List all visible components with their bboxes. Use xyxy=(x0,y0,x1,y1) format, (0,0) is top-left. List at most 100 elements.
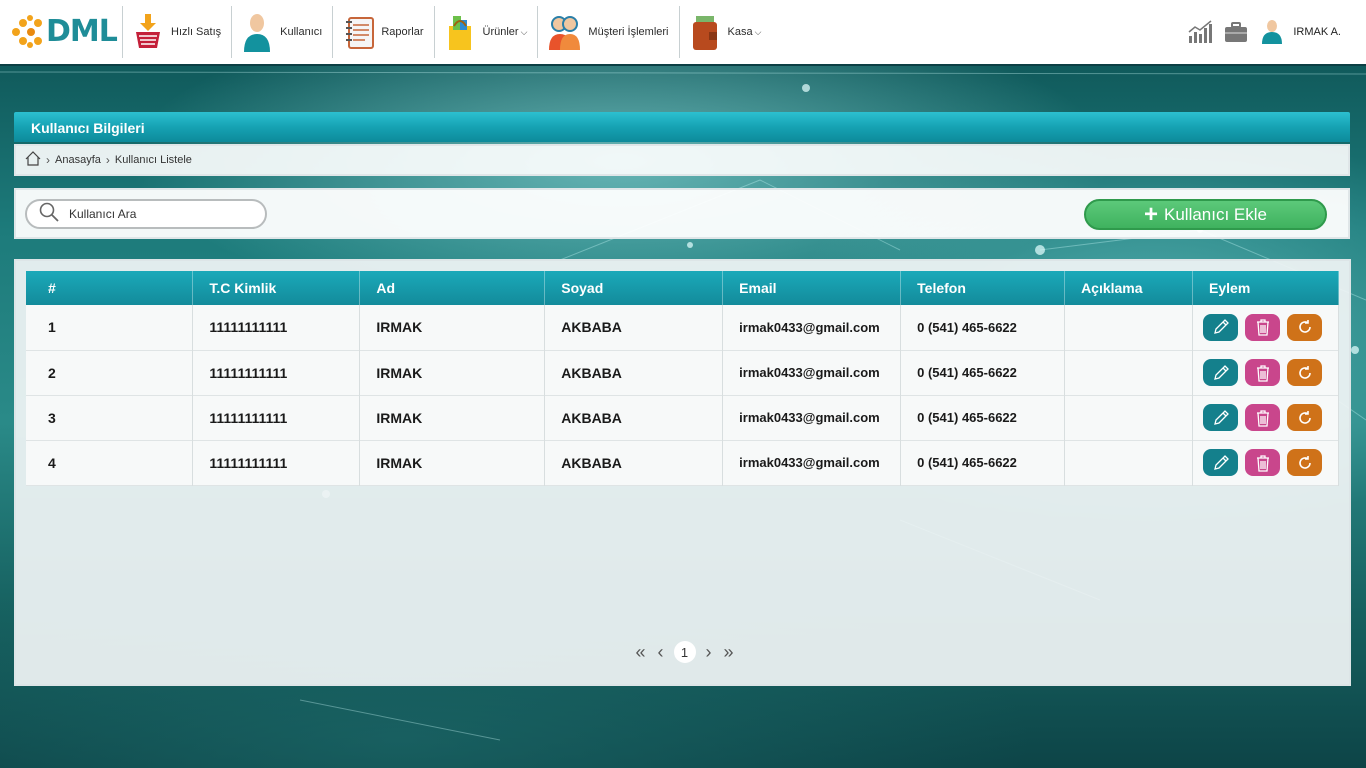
chevron-down-icon: ⌵ xyxy=(754,26,762,37)
cell-actions xyxy=(1192,395,1339,440)
cell-telefon: 0 (541) 465-6622 xyxy=(900,440,1066,485)
edit-button[interactable] xyxy=(1203,359,1239,386)
pencil-icon xyxy=(1213,409,1229,425)
refresh-icon xyxy=(1298,365,1311,379)
column-header-telefon[interactable]: Telefon xyxy=(900,271,1066,305)
delete-button[interactable] xyxy=(1245,313,1281,341)
nav-label: Raporlar xyxy=(381,26,424,38)
nav-item-urunler[interactable]: Ürünler ⌵ xyxy=(433,6,538,58)
breadcrumb-home[interactable]: Anasayfa xyxy=(55,154,101,166)
briefcase-icon[interactable] xyxy=(1223,20,1249,44)
nav-label: Kasa xyxy=(727,26,753,38)
cell-tc: 11111111111 xyxy=(192,440,361,485)
logo-text: DML xyxy=(46,14,118,49)
column-header-tc[interactable]: T.C Kimlik xyxy=(192,271,361,305)
breadcrumb: › Anasayfa › Kullanıcı Listele xyxy=(14,144,1350,176)
pencil-icon xyxy=(1213,319,1229,335)
chevron-right-icon: › xyxy=(105,153,110,167)
search-input[interactable] xyxy=(69,207,239,221)
cell-actions xyxy=(1192,440,1339,485)
next-page-icon[interactable]: › xyxy=(706,643,712,661)
cell-no: 3 xyxy=(26,395,194,440)
add-user-button[interactable]: + Kullanıcı Ekle xyxy=(1084,199,1327,230)
reset-password-button[interactable] xyxy=(1287,359,1323,386)
table-row: 4 11111111111 IRMAK AKBABA irmak0433@gma… xyxy=(26,440,1339,485)
home-icon[interactable] xyxy=(25,151,41,169)
table-row: 1 11111111111 IRMAK AKBABA irmak0433@gma… xyxy=(26,305,1339,350)
table-header-row: # T.C Kimlik Ad Soyad Email Telefon Açık… xyxy=(26,271,1339,305)
cell-email: irmak0433@gmail.com xyxy=(722,395,902,440)
nav-label: Kullanıcı xyxy=(280,26,323,38)
chevron-right-icon: › xyxy=(46,153,50,167)
delete-button[interactable] xyxy=(1245,359,1281,386)
refresh-icon xyxy=(1298,320,1311,333)
trash-icon xyxy=(1256,364,1269,382)
nav-item-hizli-satis[interactable]: Hızlı Satış xyxy=(122,6,231,58)
dml-logo[interactable]: DML xyxy=(0,0,122,65)
basket-icon xyxy=(133,12,163,52)
column-header-no[interactable]: # xyxy=(26,271,194,305)
column-header-aciklama[interactable]: Açıklama xyxy=(1064,271,1194,305)
customers-icon xyxy=(548,12,581,52)
nav-item-kasa[interactable]: Kasa ⌵ xyxy=(678,6,772,58)
reset-password-button[interactable] xyxy=(1287,313,1323,341)
pencil-icon xyxy=(1213,364,1229,380)
column-header-ad[interactable]: Ad xyxy=(359,271,546,305)
nav-item-raporlar[interactable]: Raporlar xyxy=(332,6,433,58)
search-box[interactable] xyxy=(25,199,267,229)
cell-soyad: AKBABA xyxy=(544,395,724,440)
cell-ad: IRMAK xyxy=(359,440,546,485)
cell-ad: IRMAK xyxy=(359,395,546,440)
cell-telefon: 0 (541) 465-6622 xyxy=(900,305,1066,350)
edit-button[interactable] xyxy=(1203,404,1239,431)
page-number-current[interactable]: 1 xyxy=(673,641,696,663)
pagination: « ‹ 1 › » xyxy=(16,641,1353,663)
cell-email: irmak0433@gmail.com xyxy=(722,350,902,395)
refresh-icon xyxy=(1298,455,1311,469)
trash-icon xyxy=(1256,454,1269,472)
cell-actions xyxy=(1192,305,1339,350)
user-table: # T.C Kimlik Ad Soyad Email Telefon Açık… xyxy=(26,271,1339,486)
nav-right-group: IRMAK A. xyxy=(1177,20,1366,44)
pencil-icon xyxy=(1213,454,1229,470)
edit-button[interactable] xyxy=(1203,449,1239,476)
cell-ad: IRMAK xyxy=(359,305,546,350)
nav-item-musteri-islemleri[interactable]: Müşteri İşlemleri xyxy=(537,6,678,58)
logo-mark-icon xyxy=(12,15,44,49)
cell-no: 1 xyxy=(26,305,194,350)
column-header-email[interactable]: Email xyxy=(722,271,902,305)
first-page-icon[interactable]: « xyxy=(635,643,645,661)
nav-label: Müşteri İşlemleri xyxy=(588,26,669,38)
edit-button[interactable] xyxy=(1203,313,1239,341)
trash-icon xyxy=(1256,409,1269,427)
last-page-icon[interactable]: » xyxy=(724,643,734,661)
cell-email: irmak0433@gmail.com xyxy=(722,305,902,350)
column-header-soyad[interactable]: Soyad xyxy=(544,271,724,305)
column-header-eylem: Eylem xyxy=(1192,271,1339,305)
breadcrumb-current: Kullanıcı Listele xyxy=(114,154,192,166)
trash-icon xyxy=(1256,319,1269,336)
notebook-icon xyxy=(343,12,375,52)
reset-password-button[interactable] xyxy=(1287,449,1323,476)
cell-email: irmak0433@gmail.com xyxy=(722,440,902,485)
user-avatar-icon[interactable] xyxy=(1259,20,1285,44)
user-table-panel: # T.C Kimlik Ad Soyad Email Telefon Açık… xyxy=(14,259,1351,686)
chart-icon[interactable] xyxy=(1187,20,1213,44)
toolbar: + Kullanıcı Ekle xyxy=(14,188,1350,239)
cell-aciklama xyxy=(1064,395,1194,440)
delete-button[interactable] xyxy=(1245,449,1281,476)
cell-telefon: 0 (541) 465-6622 xyxy=(900,395,1066,440)
prev-page-icon[interactable]: ‹ xyxy=(658,643,664,661)
nav-item-kullanici[interactable]: Kullanıcı xyxy=(231,6,332,58)
user-name[interactable]: IRMAK A. xyxy=(1293,26,1341,38)
search-icon xyxy=(39,202,59,227)
cell-no: 4 xyxy=(26,440,194,485)
nav-label: Ürünler xyxy=(482,26,519,38)
shopping-bag-icon xyxy=(445,12,475,52)
cell-soyad: AKBABA xyxy=(544,350,724,395)
add-user-label: Kullanıcı Ekle xyxy=(1164,204,1267,224)
delete-button[interactable] xyxy=(1245,404,1281,431)
cell-ad: IRMAK xyxy=(359,350,546,395)
reset-password-button[interactable] xyxy=(1287,404,1323,431)
nav-label: Hızlı Satış xyxy=(171,26,222,38)
